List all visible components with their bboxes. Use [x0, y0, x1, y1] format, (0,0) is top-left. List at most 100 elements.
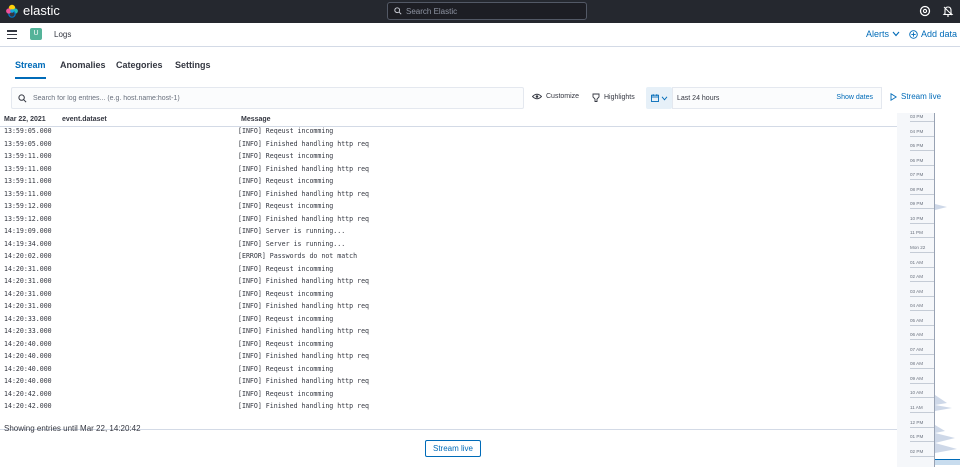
add-data-button[interactable]: Add data — [909, 29, 957, 39]
log-message: [INFO] Finished handling http req — [238, 139, 370, 148]
log-row[interactable]: 13:59:11.000 [INFO] Reqeust incomming — [0, 175, 897, 188]
log-row[interactable]: 14:20:40.000 [INFO] Reqeust incomming — [0, 363, 897, 376]
log-row[interactable]: 13:59:12.000 [INFO] Finished handling htt… — [0, 213, 897, 226]
notifications-icon[interactable] — [942, 5, 954, 17]
log-timestamp: 14:20:42.000 — [4, 389, 52, 398]
minimap-time-tick: 05 PM — [910, 143, 934, 152]
tab-stream[interactable]: Stream — [15, 60, 46, 79]
log-timestamp: 13:59:12.000 — [4, 214, 52, 223]
log-row[interactable]: 14:19:09.000 [INFO] Server is running... — [0, 225, 897, 238]
breadcrumb: Logs — [54, 30, 72, 39]
log-message: [INFO] Finished handling http req — [238, 214, 370, 223]
log-row[interactable]: 14:20:31.000 [INFO] Reqeust incomming — [0, 263, 897, 276]
log-column-header: Mar 22, 2021 event.dataset Message — [0, 113, 897, 127]
log-message: [INFO] Finished handling http req — [238, 377, 370, 385]
play-icon — [890, 92, 897, 101]
date-column-header: Mar 22, 2021 — [4, 116, 46, 123]
log-timestamp: 13:59:05.000 — [4, 127, 52, 135]
minimap-time-tick: 08 PM — [910, 187, 934, 195]
log-timestamp: 14:20:31.000 — [4, 264, 52, 273]
log-row[interactable]: 13:59:12.000 [INFO] Reqeust incomming — [0, 200, 897, 213]
elastic-logo[interactable]: elastic — [5, 3, 60, 18]
log-row[interactable]: 14:20:40.000 [INFO] Finished handling htt… — [0, 375, 897, 388]
log-timestamp: 14:20:31.000 — [4, 302, 52, 310]
logs-tabs: Stream Anomalies Categories Settings — [0, 47, 960, 79]
log-timestamp: 14:20:31.000 — [4, 277, 52, 285]
stream-live-toolbar-button[interactable]: Stream live — [890, 92, 941, 101]
minimap-time-tick: 11 PM — [910, 230, 934, 239]
log-timestamp: 13:59:11.000 — [4, 164, 52, 173]
space-avatar[interactable]: U — [30, 28, 42, 40]
log-search-bar[interactable] — [11, 87, 524, 109]
show-dates-link[interactable]: Show dates — [836, 94, 873, 101]
log-row[interactable]: 14:20:42.000 [INFO] Reqeust incomming — [0, 388, 897, 401]
minimap-time-tick: 10 PM — [910, 216, 934, 224]
log-row[interactable]: 14:20:40.000 [INFO] Reqeust incomming — [0, 338, 897, 351]
date-range-picker[interactable]: Last 24 hours Show dates — [672, 87, 882, 109]
minimap-visible-range[interactable] — [935, 459, 960, 465]
log-message: [INFO] Reqeust incomming — [238, 202, 334, 210]
log-row[interactable]: 14:20:31.000 [INFO] Finished handling htt… — [0, 300, 897, 313]
log-row[interactable]: 14:20:02.000 [ERROR] Passwords do not mat… — [0, 250, 897, 263]
log-message: [INFO] Server is running... — [238, 239, 346, 248]
log-message: [INFO] Server is running... — [238, 227, 346, 235]
log-timestamp: 14:20:40.000 — [4, 364, 52, 373]
quick-date-menu-button[interactable] — [646, 87, 672, 109]
customize-label: Customize — [546, 93, 580, 100]
log-row[interactable]: 14:19:34.000 [INFO] Server is running... — [0, 238, 897, 251]
chevron-down-icon — [661, 96, 667, 100]
log-search-input[interactable] — [33, 94, 513, 102]
minimap-time-tick: 07 PM — [910, 172, 934, 181]
highlight-icon — [592, 93, 600, 102]
log-row[interactable]: 14:20:31.000 [INFO] Reqeust incomming — [0, 288, 897, 301]
log-row[interactable]: 14:20:33.000 [INFO] Finished handling htt… — [0, 325, 897, 338]
log-message: [INFO] Reqeust incomming — [238, 289, 334, 298]
menu-toggle-button[interactable] — [7, 30, 17, 40]
message-column-header: Message — [241, 116, 271, 123]
time-range-value: Last 24 hours — [677, 94, 720, 102]
log-row[interactable]: 13:59:05.000 [INFO] Reqeust incomming — [0, 127, 897, 138]
add-data-label: Add data — [921, 29, 958, 39]
log-row[interactable]: 13:59:11.000 [INFO] Finished handling htt… — [0, 163, 897, 176]
log-message: [INFO] Finished handling http req — [238, 327, 370, 335]
log-row[interactable]: 14:20:40.000 [INFO] Finished handling htt… — [0, 350, 897, 363]
entries-status-text: Showing entries until Mar 22, 14:20:42 — [4, 424, 141, 433]
minimap-time-tick: 03 AM — [910, 289, 934, 297]
log-timestamp: 14:20:31.000 — [4, 289, 52, 298]
stream-live-button[interactable]: Stream live — [425, 440, 481, 457]
log-timestamp: 13:59:11.000 — [4, 177, 52, 185]
global-search[interactable] — [387, 2, 587, 20]
minimap-time-tick: 12 PM — [910, 420, 934, 428]
tab-settings[interactable]: Settings — [175, 60, 211, 70]
minimap-time-tick: 08 AM — [910, 361, 934, 370]
minimap-time-tick: 04 AM — [910, 303, 934, 312]
log-row[interactable]: 13:59:11.000 [INFO] Reqeust incomming — [0, 150, 897, 163]
log-row[interactable]: 14:20:42.000 [INFO] Finished handling htt… — [0, 400, 897, 413]
tab-categories[interactable]: Categories — [116, 60, 163, 70]
minimap-time-tick: 10 AM — [910, 390, 934, 399]
minimap-time-tick: 02 PM — [910, 449, 934, 457]
help-icon[interactable] — [919, 5, 931, 17]
customize-button[interactable]: Customize — [532, 93, 579, 100]
log-timestamp: 14:20:40.000 — [4, 352, 52, 360]
log-message: [INFO] Finished handling http req — [238, 402, 370, 410]
log-message: [INFO] Reqeust incomming — [238, 127, 334, 135]
log-timestamp: 14:20:40.000 — [4, 377, 52, 385]
log-message: [INFO] Finished handling http req — [238, 352, 370, 360]
log-stream-list[interactable]: 13:59:05.000 [INFO] Reqeust incomming 13:5… — [0, 127, 897, 413]
log-row[interactable]: 14:20:33.000 [INFO] Reqeust incomming — [0, 313, 897, 326]
log-message: [INFO] Finished handling http req — [238, 189, 370, 198]
log-timestamp: 13:59:11.000 — [4, 152, 52, 160]
log-minimap[interactable]: 03 PM 04 PM 05 PM 06 PM 07 PM 08 PM 09 PM 10 PM… — [897, 113, 960, 467]
log-row[interactable]: 14:20:31.000 [INFO] Finished handling htt… — [0, 275, 897, 288]
log-message: [INFO] Finished handling http req — [238, 164, 370, 173]
alerts-menu-button[interactable]: Alerts — [866, 29, 900, 39]
highlights-button[interactable]: Highlights — [592, 93, 635, 102]
log-timestamp: 13:59:05.000 — [4, 139, 52, 148]
tab-anomalies[interactable]: Anomalies — [60, 60, 106, 70]
log-row[interactable]: 13:59:05.000 [INFO] Finished handling htt… — [0, 138, 897, 151]
log-row[interactable]: 13:59:11.000 [INFO] Finished handling htt… — [0, 188, 897, 201]
minimap-time-tick: Mon 22 — [910, 245, 934, 253]
log-timestamp: 14:20:33.000 — [4, 327, 52, 335]
global-search-input[interactable] — [406, 6, 576, 16]
